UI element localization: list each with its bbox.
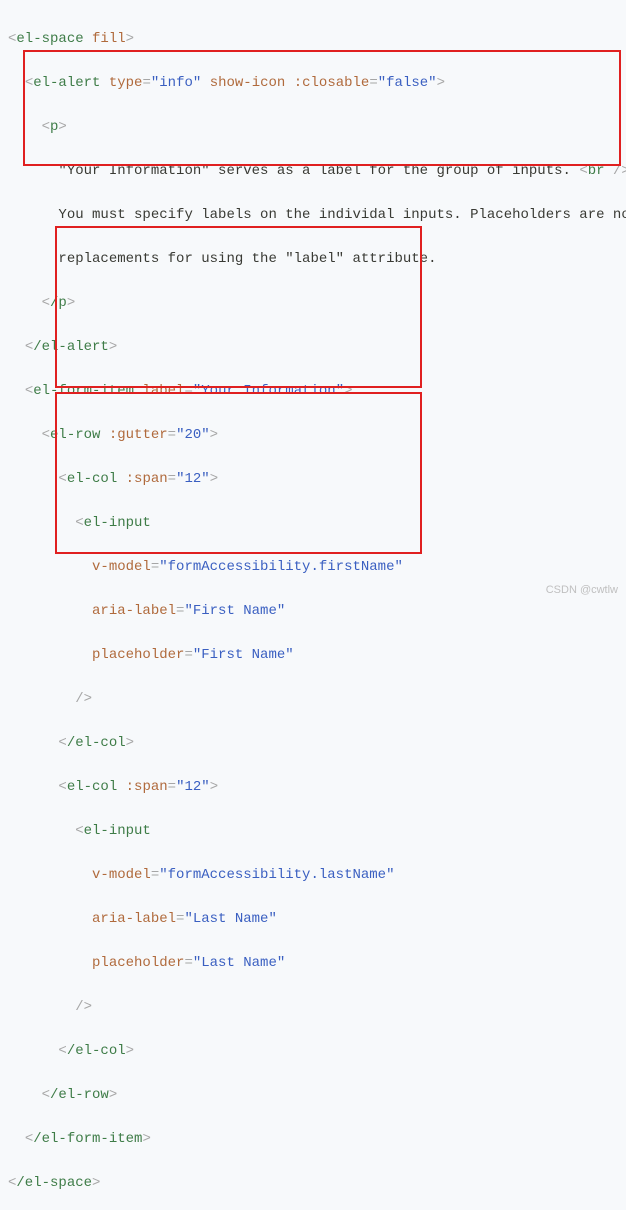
code-line: v-model="formAccessibility.firstName" xyxy=(8,556,626,578)
code-line: aria-label="Last Name" xyxy=(8,908,626,930)
watermark: CSDN @cwtlw xyxy=(546,579,618,601)
code-line: <el-space fill> xyxy=(8,28,626,50)
code-line: placeholder="Last Name" xyxy=(8,952,626,974)
code-line: v-model="formAccessibility.lastName" xyxy=(8,864,626,886)
code-line: </el-space> xyxy=(8,1172,626,1194)
code-line: </el-col> xyxy=(8,1040,626,1062)
code-line: </el-col> xyxy=(8,732,626,754)
code-line: /> xyxy=(8,996,626,1018)
code-line: aria-label="First Name" xyxy=(8,600,626,622)
code-line: <el-col :span="12"> xyxy=(8,776,626,798)
code-block: <el-space fill> <el-alert type="info" sh… xyxy=(0,0,626,1210)
code-line: /> xyxy=(8,688,626,710)
highlight-box-2 xyxy=(55,226,422,388)
code-line: <el-input xyxy=(8,820,626,842)
code-line: placeholder="First Name" xyxy=(8,644,626,666)
highlight-box-1 xyxy=(23,50,621,166)
highlight-box-3 xyxy=(55,392,422,554)
code-line: You must specify labels on the individal… xyxy=(8,204,626,226)
code-line: </el-row> xyxy=(8,1084,626,1106)
code-line: </el-form-item> xyxy=(8,1128,626,1150)
